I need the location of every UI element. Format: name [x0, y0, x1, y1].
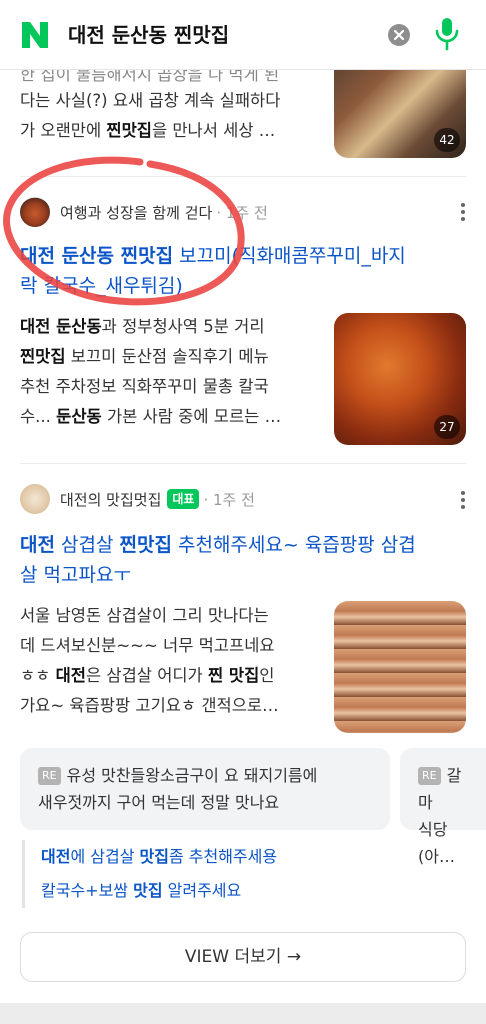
comment-card-2[interactable]: RE 갈마 식당 (아… [400, 748, 486, 866]
post-2-snippet[interactable]: 대전 둔산동과 정부청사역 5분 거리 찐맛집 보끄미 둔산점 솔직후기 메뉴 … [20, 312, 325, 432]
post-2-thumbnail[interactable]: 27 [334, 313, 466, 445]
post-time: · 1주 전 [216, 203, 268, 222]
search-query[interactable]: 대전 둔산동 찐맛집 [68, 20, 229, 50]
naver-logo-icon[interactable] [20, 20, 50, 50]
more-options-icon[interactable] [458, 490, 468, 510]
section-gap [0, 1003, 486, 1024]
post-time: · 1주 전 [203, 490, 255, 509]
avatar[interactable] [20, 197, 50, 227]
post-1-line1[interactable]: 다는 사실(?) 요새 곱창 계속 실패하다 [20, 86, 330, 116]
related-link-1[interactable]: 대전에 삼겹살 맛집좀 추천해주세용 [41, 840, 462, 874]
reply-tag: RE [418, 767, 441, 785]
mic-icon[interactable] [434, 16, 460, 52]
related-links: 대전에 삼겹살 맛집좀 추천해주세용 칼국수+보쌈 맛집 알려주세요 [22, 840, 462, 908]
divider [20, 463, 466, 464]
image-count-badge: 27 [434, 415, 460, 439]
post-1-line2[interactable]: 가 오랜만에 찐맛집을 만나서 세상 … [20, 116, 330, 146]
related-link-2[interactable]: 칼국수+보쌈 맛집 알려주세요 [41, 874, 462, 908]
more-options-icon[interactable] [458, 202, 468, 222]
reply-tag: RE [38, 767, 61, 785]
post-3-title[interactable]: 대전 삼겹살 찐맛집 추천해주세요~ 육즙팡팡 삼겹 살 먹고파요ㅜ [20, 530, 466, 590]
post-3-thumbnail[interactable] [334, 601, 466, 733]
image-count-badge: 42 [434, 128, 460, 152]
divider [20, 176, 466, 177]
clear-icon[interactable] [388, 24, 410, 46]
post-3-snippet[interactable]: 서울 남영돈 삼겹살이 그리 맛나다는 데 드셔보신분~~~ 너무 먹고프네요 … [20, 601, 325, 721]
comment-card-1[interactable]: RE 유성 맛찬들왕소금구이 요 돼지기름에 새우젓까지 구어 먹는데 정말 맛나… [20, 748, 390, 830]
post-2-author-row[interactable]: 여행과 성장을 함께 걷다 · 1주 전 [20, 197, 268, 227]
official-badge: 대표 [167, 489, 200, 509]
avatar[interactable] [20, 484, 50, 514]
search-header: 대전 둔산동 찐맛집 [0, 0, 486, 70]
view-more-button[interactable]: VIEW 더보기 → [20, 932, 466, 982]
post-3-author-row[interactable]: 대전의 맛집멋집 대표 · 1주 전 [20, 484, 255, 514]
post-2-title[interactable]: 대전 둔산동 찐맛집 보끄미(직화매콤쭈꾸미_바지 락 칼국수_새우튀김) [20, 241, 466, 301]
author-name[interactable]: 여행과 성장을 함께 걷다 [60, 202, 212, 223]
author-name[interactable]: 대전의 맛집멋집 [60, 489, 161, 510]
